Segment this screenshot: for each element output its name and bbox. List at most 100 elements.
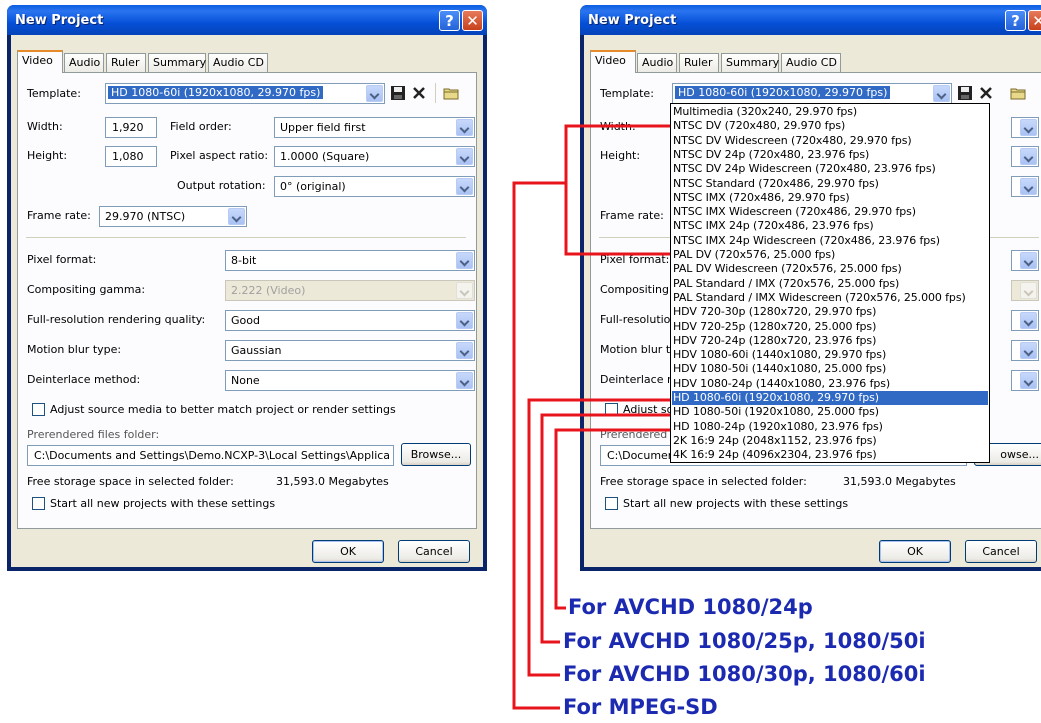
chevron-down-icon[interactable] bbox=[456, 148, 473, 165]
chevron-down-icon[interactable] bbox=[1020, 178, 1037, 195]
help-button[interactable]: ? bbox=[439, 10, 460, 31]
tab-audio-cd[interactable]: Audio CD bbox=[781, 53, 841, 72]
field-order-select[interactable] bbox=[1011, 117, 1039, 138]
template-option[interactable]: NTSC IMX 24p Widescreen (720x486, 23.976… bbox=[672, 234, 988, 248]
tab-ruler[interactable]: Ruler bbox=[679, 53, 719, 72]
chevron-down-icon[interactable] bbox=[1020, 342, 1037, 359]
gamma-label: Compositing gamma: bbox=[27, 283, 146, 296]
template-option[interactable]: NTSC Standard (720x486, 29.970 fps) bbox=[672, 177, 988, 191]
template-option[interactable]: NTSC DV 24p (720x480, 23.976 fps) bbox=[672, 148, 988, 162]
deinterlace-select[interactable] bbox=[1011, 370, 1039, 391]
start-all-checkbox[interactable] bbox=[605, 497, 618, 510]
frame-rate-select[interactable]: 29.970 (NTSC) bbox=[99, 206, 247, 227]
tab-video[interactable]: Video bbox=[590, 50, 636, 73]
dialog-client: Video Audio Ruler Summary Audio CD Templ… bbox=[11, 35, 483, 567]
start-all-checkbox[interactable] bbox=[32, 497, 45, 510]
chevron-down-icon[interactable] bbox=[1020, 119, 1037, 136]
deinterlace-select[interactable]: None bbox=[225, 370, 475, 391]
template-option[interactable]: NTSC IMX Widescreen (720x486, 29.970 fps… bbox=[672, 205, 988, 219]
template-select[interactable]: HD 1080-60i (1920x1080, 29.970 fps) bbox=[672, 83, 952, 104]
chevron-down-icon[interactable] bbox=[1020, 148, 1037, 165]
template-option[interactable]: 4K 16:9 24p (4096x2304, 23.976 fps) bbox=[672, 448, 988, 462]
delete-icon[interactable] bbox=[411, 85, 427, 101]
motion-blur-label: Motion blur t bbox=[600, 343, 671, 356]
template-option[interactable]: PAL Standard / IMX (720x576, 25.000 fps) bbox=[672, 277, 988, 291]
template-option[interactable]: 2K 16:9 24p (2048x1152, 23.976 fps) bbox=[672, 434, 988, 448]
width-input[interactable]: 1,920 bbox=[105, 117, 157, 138]
pixel-format-select[interactable]: 8-bit bbox=[225, 250, 475, 271]
template-option[interactable]: NTSC DV Widescreen (720x480, 29.970 fps) bbox=[672, 134, 988, 148]
chevron-down-icon[interactable] bbox=[456, 178, 473, 195]
adjust-source-checkbox[interactable] bbox=[32, 403, 45, 416]
title-bar[interactable]: New Project ? ✕ bbox=[7, 5, 487, 35]
template-option[interactable]: HD 1080-60i (1920x1080, 29.970 fps) bbox=[672, 391, 988, 405]
chevron-down-icon[interactable] bbox=[456, 119, 473, 136]
chevron-down-icon[interactable] bbox=[1020, 252, 1037, 269]
prerendered-path-input[interactable]: C:\Documents and Settings\Demo.NCXP-3\Lo… bbox=[27, 445, 394, 466]
ok-button[interactable]: OK bbox=[879, 540, 951, 563]
close-button[interactable]: ✕ bbox=[462, 10, 483, 31]
template-option[interactable]: NTSC DV 24p Widescreen (720x480, 23.976 … bbox=[672, 162, 988, 176]
quality-select[interactable]: Good bbox=[225, 310, 475, 331]
template-option[interactable]: HDV 720-30p (1280x720, 29.970 fps) bbox=[672, 305, 988, 319]
pixel-aspect-select[interactable] bbox=[1011, 146, 1039, 167]
template-dropdown-list[interactable]: Multimedia (320x240, 29.970 fps) NTSC DV … bbox=[670, 103, 990, 463]
template-option[interactable]: HDV 720-25p (1280x720, 25.000 fps) bbox=[672, 320, 988, 334]
chevron-down-icon[interactable] bbox=[456, 312, 473, 329]
tab-audio[interactable]: Audio bbox=[64, 53, 104, 72]
output-rotation-select[interactable] bbox=[1011, 176, 1039, 197]
height-input[interactable]: 1,080 bbox=[105, 146, 157, 167]
tab-summary[interactable]: Summary bbox=[721, 53, 779, 72]
cancel-button[interactable]: Cancel bbox=[398, 540, 470, 563]
motion-blur-select[interactable]: Gaussian bbox=[225, 340, 475, 361]
template-option[interactable]: HDV 720-24p (1280x720, 23.976 fps) bbox=[672, 334, 988, 348]
template-option[interactable]: PAL Standard / IMX Widescreen (720x576, … bbox=[672, 291, 988, 305]
tab-audio-cd[interactable]: Audio CD bbox=[208, 53, 268, 72]
template-option[interactable]: HD 1080-24p (1920x1080, 23.976 fps) bbox=[672, 420, 988, 434]
chevron-down-icon[interactable] bbox=[456, 252, 473, 269]
gamma-value: 2.222 (Video) bbox=[231, 284, 306, 297]
tab-ruler[interactable]: Ruler bbox=[106, 53, 146, 72]
template-select[interactable]: HD 1080-60i (1920x1080, 29.970 fps) bbox=[105, 83, 385, 104]
chevron-down-icon[interactable] bbox=[456, 372, 473, 389]
save-icon[interactable] bbox=[957, 85, 973, 101]
quality-select[interactable] bbox=[1011, 310, 1039, 331]
template-option[interactable]: Multimedia (320x240, 29.970 fps) bbox=[672, 105, 988, 119]
annotation-mpeg-sd: For MPEG-SD bbox=[563, 695, 718, 719]
template-option[interactable]: PAL DV Widescreen (720x576, 25.000 fps) bbox=[672, 262, 988, 276]
template-option[interactable]: PAL DV (720x576, 25.000 fps) bbox=[672, 248, 988, 262]
chevron-down-icon[interactable] bbox=[1020, 312, 1037, 329]
adjust-source-checkbox[interactable] bbox=[605, 403, 618, 416]
chevron-down-icon[interactable] bbox=[933, 85, 950, 102]
chevron-down-icon[interactable] bbox=[1020, 372, 1037, 389]
template-option[interactable]: NTSC IMX 24p (720x486, 23.976 fps) bbox=[672, 219, 988, 233]
template-option[interactable]: NTSC DV (720x480, 29.970 fps) bbox=[672, 119, 988, 133]
delete-icon[interactable] bbox=[978, 85, 994, 101]
folder-icon[interactable] bbox=[1010, 85, 1026, 101]
save-icon[interactable] bbox=[390, 85, 406, 101]
template-option[interactable]: HDV 1080-50i (1440x1080, 25.000 fps) bbox=[672, 362, 988, 376]
help-button[interactable]: ? bbox=[1005, 10, 1026, 31]
tab-video[interactable]: Video bbox=[17, 50, 63, 73]
template-option[interactable]: HD 1080-50i (1920x1080, 25.000 fps) bbox=[672, 405, 988, 419]
pixel-format-select[interactable] bbox=[1011, 250, 1039, 271]
pixel-aspect-select[interactable]: 1.0000 (Square) bbox=[274, 146, 475, 167]
close-button[interactable]: ✕ bbox=[1028, 10, 1041, 31]
tab-audio[interactable]: Audio bbox=[637, 53, 677, 72]
template-option[interactable]: NTSC IMX (720x486, 29.970 fps) bbox=[672, 191, 988, 205]
cancel-button[interactable]: Cancel bbox=[965, 540, 1037, 563]
tab-summary[interactable]: Summary bbox=[148, 53, 206, 72]
title-bar[interactable]: New Project ? ✕ bbox=[580, 5, 1041, 35]
template-option[interactable]: HDV 1080-24p (1440x1080, 23.976 fps) bbox=[672, 377, 988, 391]
output-rotation-select[interactable]: 0° (original) bbox=[274, 176, 475, 197]
template-option[interactable]: HDV 1080-60i (1440x1080, 29.970 fps) bbox=[672, 348, 988, 362]
chevron-down-icon[interactable] bbox=[228, 208, 245, 225]
template-label: Template: bbox=[600, 87, 654, 100]
ok-button[interactable]: OK bbox=[312, 540, 384, 563]
browse-button[interactable]: Browse... bbox=[401, 443, 471, 466]
chevron-down-icon[interactable] bbox=[366, 85, 383, 102]
field-order-select[interactable]: Upper field first bbox=[274, 117, 475, 138]
motion-blur-select[interactable] bbox=[1011, 340, 1039, 361]
folder-icon[interactable] bbox=[443, 85, 459, 101]
chevron-down-icon[interactable] bbox=[456, 342, 473, 359]
